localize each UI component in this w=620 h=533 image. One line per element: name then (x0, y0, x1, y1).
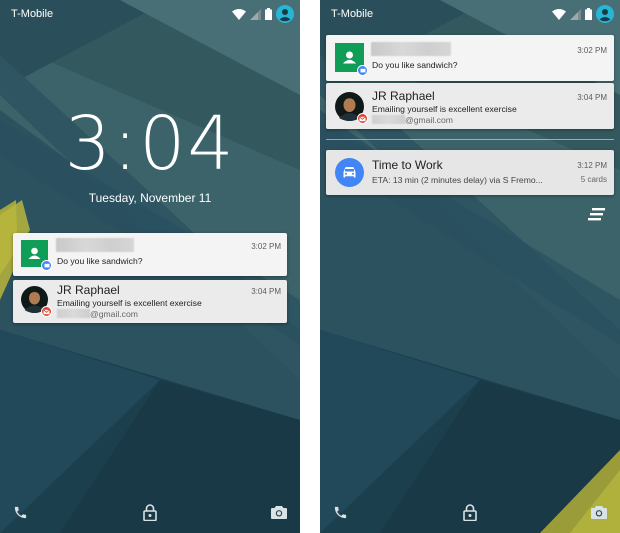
gmail-badge-icon (357, 113, 368, 124)
battery-icon (585, 8, 592, 20)
signal-icon (570, 8, 581, 20)
carrier-label: T-Mobile (331, 8, 374, 20)
notification-google-now[interactable]: Time to Work 3:12 PM ETA: 13 min (2 minu… (326, 150, 614, 195)
notification-sender: JR Raphael (57, 283, 120, 297)
notification-time: 3:04 PM (577, 93, 607, 102)
camera-icon[interactable] (591, 505, 607, 519)
notification-title: Time to Work (372, 158, 443, 172)
lockscreen-clock: 3:04 (64, 101, 236, 187)
user-avatar-icon[interactable] (276, 5, 294, 23)
hangouts-badge-icon (41, 260, 52, 271)
wifi-icon (232, 8, 246, 20)
lockscreen-date: Tuesday, November 11 (88, 191, 212, 205)
email-user-blurred (57, 309, 90, 318)
notification-hangouts[interactable]: 3:02 PM Do you like sandwich? (13, 233, 287, 276)
notification-message: Do you like sandwich? (57, 256, 143, 266)
notification-message: Emailing yourself is excellent exercise (57, 298, 202, 308)
camera-icon[interactable] (271, 505, 287, 519)
sender-name-blurred (371, 42, 451, 56)
notification-divider (326, 139, 614, 140)
phone-icon[interactable] (13, 505, 28, 520)
clear-all-icon[interactable] (588, 208, 605, 221)
notification-recipient: @gmail.com (372, 115, 453, 125)
notification-message: Emailing yourself is excellent exercise (372, 104, 517, 114)
gmail-badge-icon (41, 306, 52, 317)
email-user-blurred (372, 115, 405, 124)
notification-recipient: @gmail.com (57, 309, 138, 319)
lock-icon[interactable] (143, 504, 157, 521)
notification-time: 3:12 PM (577, 161, 607, 170)
signal-icon (250, 8, 261, 20)
lockscreen-phone-left: T-Mobile 3:04 Tuesday, November 11 3:02 … (0, 0, 300, 533)
status-bar: T-Mobile (0, 0, 300, 30)
phone-icon[interactable] (333, 505, 348, 520)
notification-gmail[interactable]: JR Raphael 3:04 PM Emailing yourself is … (326, 83, 614, 129)
wifi-icon (552, 8, 566, 20)
hangouts-badge-icon (357, 65, 368, 76)
carrier-label: T-Mobile (11, 8, 54, 20)
notification-gmail[interactable]: JR Raphael 3:04 PM Emailing yourself is … (13, 280, 287, 323)
notification-time: 3:04 PM (251, 287, 281, 296)
car-icon (335, 158, 364, 187)
user-avatar-icon[interactable] (596, 5, 614, 23)
status-bar: T-Mobile (320, 0, 620, 30)
notification-time: 3:02 PM (251, 242, 281, 251)
lockscreen-phone-right: T-Mobile 3:02 PM Do you like sandwich? J… (320, 0, 620, 533)
notification-card-count: 5 cards (580, 175, 607, 184)
notification-message: Do you like sandwich? (372, 60, 458, 70)
notification-sender: JR Raphael (372, 89, 435, 103)
battery-icon (265, 8, 272, 20)
sender-name-blurred (56, 238, 134, 252)
notification-message: ETA: 13 min (2 minutes delay) via S Frem… (372, 175, 543, 185)
notification-time: 3:02 PM (577, 46, 607, 55)
lock-icon[interactable] (463, 504, 477, 521)
notification-hangouts[interactable]: 3:02 PM Do you like sandwich? (326, 35, 614, 81)
